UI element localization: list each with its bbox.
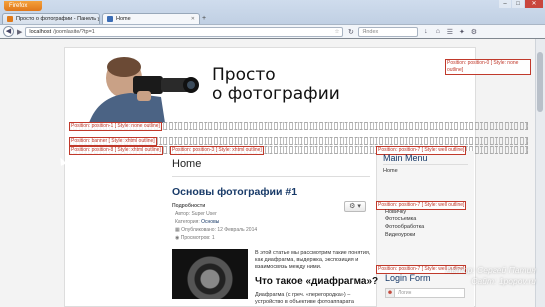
reload-icon[interactable]: ↻ (346, 28, 355, 36)
forward-icon[interactable]: ▶ (17, 28, 22, 36)
divider (172, 176, 370, 177)
joomla-favicon-icon (7, 16, 13, 22)
position-outline-label: Position: position-8 [ Style: xhtml outl… (69, 146, 163, 155)
article-views: ◉ Просмотров: 1 (175, 235, 215, 241)
bookmark-menu-icon[interactable]: ☰ (445, 28, 454, 36)
browser-chrome: Firefox – □ ✕ Просто о фотографии - Пане… (0, 0, 545, 38)
tab-label: Просто о фотографии - Панель упр... (16, 15, 99, 22)
site-title-line1: Просто (212, 65, 276, 85)
navigation-bar: ◀ ▶ localhost/joomlasite/?tp=1 ☆ ↻ Яndex… (0, 24, 545, 38)
author-watermark: Автор: Сергей Патин Сайт: 1popov.ru (418, 265, 536, 287)
article-published: ▦ Опубликовано: 12 Февраль 2014 (175, 227, 258, 233)
watermark-site: Сайт: 1popov.ru (471, 276, 536, 286)
article-author: Автор: Super User (175, 211, 217, 217)
window-controls: – □ ✕ (499, 0, 543, 8)
article-title[interactable]: Основы фотографии #1 (172, 186, 297, 198)
url-bar[interactable]: localhost/joomlasite/?tp=1 ☆ (25, 26, 344, 37)
minimize-icon[interactable]: – (499, 0, 511, 8)
article-paragraph: Диафрагма (с греч. «перегородка») – устр… (255, 292, 354, 305)
user-icon: ☻ (386, 289, 395, 297)
site-title-line2: о фотографии (212, 84, 340, 104)
menu-item-fotosemka[interactable]: Фотосъемка (385, 216, 416, 222)
article-options-button[interactable]: ⚙ ▾ (344, 201, 366, 212)
article-intro: В этой статье мы рассмотрим такие поняти… (255, 250, 371, 270)
tab-admin-panel[interactable]: Просто о фотографии - Панель упр... ✕ (2, 13, 100, 24)
username-field[interactable]: ☻ Логин (385, 288, 465, 298)
tab-label: Home (116, 15, 131, 22)
photographer-header-image (69, 53, 204, 123)
url-host: localhost (29, 28, 52, 35)
watermark-author: Автор: Сергей Патин (445, 265, 536, 275)
username-placeholder: Логин (398, 290, 412, 296)
lens-thumbnail-image (172, 249, 248, 299)
position-outline-label: Position: banner [ Style: xhtml outline] (69, 137, 157, 146)
back-icon[interactable]: ◀ (3, 26, 14, 37)
article-subheading: Что такое «диафрагма»? (255, 276, 379, 287)
search-input[interactable]: Яndex (358, 26, 419, 37)
tab-strip: Просто о фотографии - Панель упр... ✕ Ho… (0, 12, 206, 24)
site-title[interactable]: Просто о фотографии (212, 66, 340, 104)
page-favicon-icon (107, 16, 113, 22)
new-tab-icon[interactable]: + (202, 13, 206, 24)
firefox-menu-button[interactable]: Firefox (4, 1, 42, 11)
position-outline-label: Position: position-3 [ Style: xhtml outl… (170, 146, 264, 155)
star-icon[interactable]: ☆ (334, 28, 339, 36)
download-icon[interactable]: ↓ (421, 28, 430, 35)
divider (383, 164, 468, 165)
home-icon[interactable]: ⌂ (433, 28, 442, 35)
tools-icon[interactable]: ⚙ (469, 28, 478, 36)
menu-title: Main Menu (383, 153, 428, 163)
page-heading: Home (172, 158, 202, 170)
addon-icon[interactable]: ✦ (457, 28, 466, 36)
position-outline-label: Position: position-0 [ Style: none outli… (445, 59, 531, 75)
menu-item-novichku[interactable]: Новичку (385, 209, 406, 215)
menu-item-home[interactable]: Home (383, 168, 398, 174)
tab-home[interactable]: Home ✕ (102, 13, 200, 24)
close-tab-icon[interactable]: ✕ (191, 14, 195, 24)
position-outline-label: Position: position-1 [ Style: none outli… (69, 122, 162, 131)
maximize-icon[interactable]: □ (512, 0, 524, 8)
article-category: Категория: Основы (175, 219, 220, 225)
scrollbar-thumb[interactable] (537, 52, 543, 112)
url-path: /joomlasite/?tp=1 (53, 28, 95, 35)
menu-item-videouroki[interactable]: Видеоуроки (385, 232, 415, 238)
article-details-label: Подробности (172, 203, 206, 209)
menu-item-fotoobrabotka[interactable]: Фотообработка (385, 224, 424, 230)
close-window-icon[interactable]: ✕ (525, 0, 543, 8)
gear-icon: ⚙ ▾ (349, 203, 361, 210)
category-link[interactable]: Основы (201, 219, 219, 225)
